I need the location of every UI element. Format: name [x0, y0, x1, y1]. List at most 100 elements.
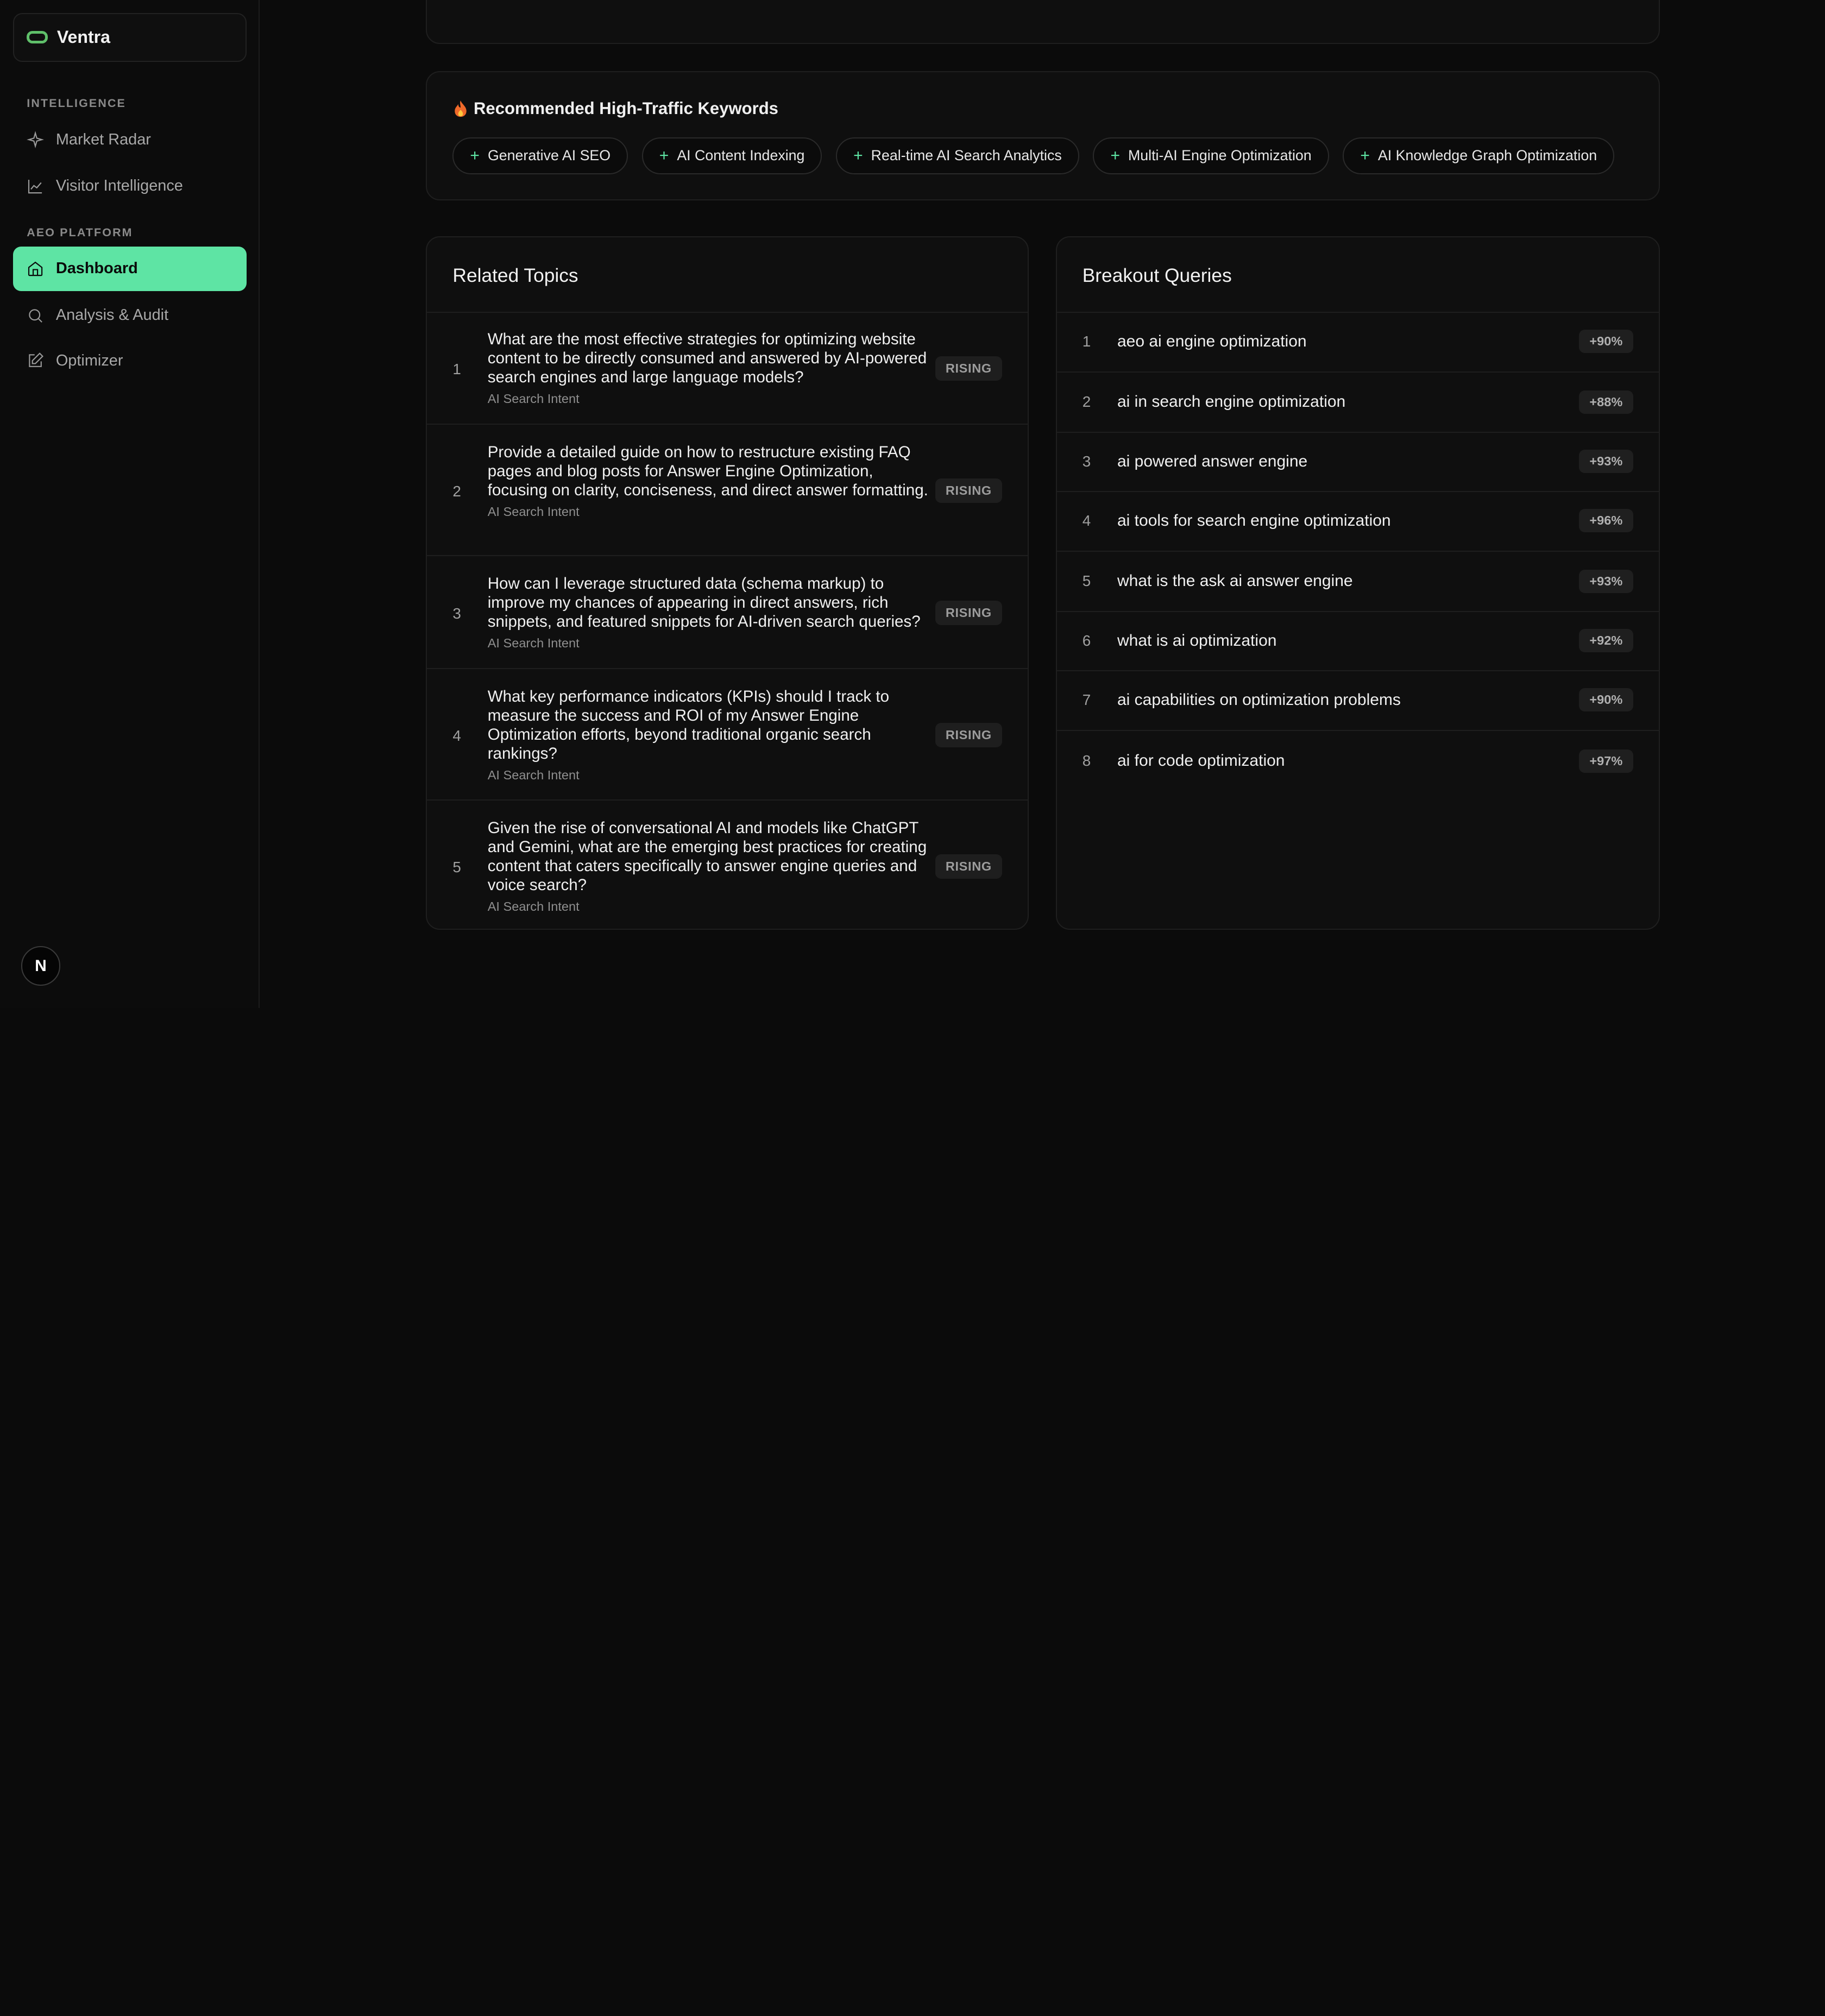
topic-question: How can I leverage structured data (sche…: [487, 575, 921, 631]
topic-intent: AI Search Intent: [487, 636, 580, 651]
app-root: Ventra INTELLIGENCE Market Radar Visitor…: [0, 0, 1825, 1008]
query-row[interactable]: 7 ai capabilities on optimization proble…: [1056, 670, 1659, 731]
topic-question-block: What key performance indicators (KPIs) s…: [488, 688, 937, 785]
rising-badge: RISING: [935, 478, 1003, 503]
plus-icon: +: [659, 146, 669, 165]
topic-question: Given the rise of conversational AI and …: [487, 819, 927, 894]
sidebar-item-optimizer[interactable]: Optimizer: [13, 339, 247, 383]
query-number: 2: [1082, 393, 1091, 411]
query-text: ai capabilities on optimization problems: [1117, 690, 1401, 709]
plus-icon: +: [1360, 146, 1370, 165]
plus-icon: +: [1110, 146, 1120, 165]
query-row[interactable]: 6 what is ai optimization +92%: [1056, 611, 1659, 672]
topic-row[interactable]: 5 Given the rise of conversational AI an…: [427, 801, 1028, 929]
keywords-title-text: Recommended High-Traffic Keywords: [473, 98, 778, 118]
sidebar-item-market-radar[interactable]: Market Radar: [13, 117, 247, 161]
topic-intent: AI Search Intent: [487, 768, 580, 783]
query-text: ai in search engine optimization: [1117, 393, 1346, 411]
home-icon: [28, 261, 43, 276]
sidebar-item-label: Visitor Intelligence: [55, 177, 183, 195]
topic-row[interactable]: 4 What key performance indicators (KPIs)…: [427, 669, 1028, 801]
query-number: 3: [1082, 452, 1091, 470]
query-number: 8: [1082, 752, 1091, 770]
sidebar-item-analysis-audit[interactable]: Analysis & Audit: [13, 293, 247, 337]
keyword-chip[interactable]: + AI Knowledge Graph Optimization: [1343, 137, 1615, 175]
query-row[interactable]: 8 ai for code optimization +97%: [1057, 731, 1659, 791]
topic-row[interactable]: 1 What are the most effective strategies…: [427, 312, 1028, 425]
topic-question-block: What are the most effective strategies f…: [488, 330, 937, 408]
keywords-title: Recommended High-Traffic Keywords: [452, 99, 778, 118]
rising-badge: RISING: [935, 854, 1003, 879]
keyword-chip-list: + Generative AI SEO + AI Content Indexing …: [452, 137, 1615, 175]
keyword-chip-label: Real-time AI Search Analytics: [871, 147, 1062, 164]
growth-badge: +97%: [1579, 749, 1633, 773]
ventra-logo-icon: [27, 30, 48, 44]
sidebar-item-label: Market Radar: [55, 130, 151, 148]
topic-question-block: Given the rise of conversational AI and …: [488, 819, 937, 916]
breakout-queries-card: Breakout Queries 1 aeo ai engine optimiz…: [1055, 236, 1660, 930]
query-text: ai for code optimization: [1117, 752, 1285, 770]
query-number: 1: [1082, 332, 1091, 350]
topic-question-block: How can I leverage structured data (sche…: [488, 575, 937, 653]
topic-intent: AI Search Intent: [487, 505, 580, 519]
sidebar-item-visitor-intelligence[interactable]: Visitor Intelligence: [13, 164, 247, 208]
growth-badge: +93%: [1579, 569, 1633, 593]
sidebar-item-label: Optimizer: [55, 351, 123, 369]
query-row[interactable]: 1 aeo ai engine optimization +90%: [1056, 312, 1659, 373]
topic-question: Provide a detailed guide on how to restr…: [487, 443, 928, 500]
query-row[interactable]: 2 ai in search engine optimization +88%: [1056, 373, 1659, 433]
topic-number: 4: [452, 727, 461, 745]
query-row[interactable]: 5 what is the ask ai answer engine +93%: [1056, 552, 1659, 612]
topic-row[interactable]: 3 How can I leverage structured data (sc…: [427, 556, 1028, 669]
query-number: 7: [1082, 691, 1091, 708]
topic-row[interactable]: 2 Provide a detailed guide on how to res…: [427, 425, 1028, 557]
keyword-chip[interactable]: + AI Content Indexing: [641, 137, 822, 175]
growth-badge: +93%: [1579, 450, 1633, 473]
query-number: 5: [1082, 572, 1091, 590]
brand-switcher[interactable]: Ventra: [12, 12, 247, 62]
sparkle-icon: [27, 131, 45, 149]
growth-badge: +88%: [1579, 390, 1633, 414]
keyword-chip[interactable]: + Real-time AI Search Analytics: [836, 137, 1079, 175]
related-topics-card: Related Topics 1 What are the most effec…: [426, 236, 1029, 930]
query-number: 4: [1082, 512, 1091, 529]
keyword-chip-label: AI Content Indexing: [677, 147, 805, 164]
rising-badge: RISING: [935, 722, 1003, 747]
section-label-intelligence: INTELLIGENCE: [27, 96, 126, 110]
keyword-chip-label: AI Knowledge Graph Optimization: [1377, 147, 1597, 164]
sidebar: Ventra INTELLIGENCE Market Radar Visitor…: [0, 0, 260, 1008]
keyword-chip-label: Generative AI SEO: [487, 147, 611, 164]
query-row[interactable]: 3 ai powered answer engine +93%: [1056, 432, 1659, 493]
line-chart-icon: [28, 179, 42, 193]
sidebar-item-label: Dashboard: [55, 260, 138, 278]
breakout-queries-title: Breakout Queries: [1082, 265, 1232, 287]
sidebar-item-label: Analysis & Audit: [55, 306, 169, 324]
top-card-partial: [426, 0, 1660, 45]
query-text: what is the ask ai answer engine: [1117, 572, 1353, 590]
growth-badge: +90%: [1579, 688, 1633, 712]
rising-badge: RISING: [935, 600, 1003, 625]
topic-number: 5: [452, 859, 461, 876]
keyword-chip[interactable]: + Multi-AI Engine Optimization: [1093, 137, 1329, 175]
search-icon: [29, 308, 43, 323]
query-number: 6: [1082, 632, 1091, 649]
edit-icon: [29, 352, 44, 368]
query-text: what is ai optimization: [1117, 631, 1277, 650]
framework-badge[interactable]: N: [21, 946, 61, 986]
query-text: aeo ai engine optimization: [1117, 332, 1307, 350]
growth-badge: +90%: [1579, 330, 1633, 354]
keyword-chip[interactable]: + Generative AI SEO: [452, 137, 628, 175]
brand-name: Ventra: [56, 27, 111, 47]
growth-badge: +92%: [1579, 629, 1633, 652]
sidebar-item-dashboard[interactable]: Dashboard: [12, 247, 247, 291]
query-text: ai tools for search engine optimization: [1117, 511, 1391, 530]
query-text: ai powered answer engine: [1117, 452, 1308, 470]
topic-intent: AI Search Intent: [487, 899, 580, 914]
topic-intent: AI Search Intent: [487, 392, 580, 406]
query-row[interactable]: 4 ai tools for search engine optimizatio…: [1056, 491, 1659, 552]
plus-icon: +: [853, 146, 863, 165]
keyword-chip-label: Multi-AI Engine Optimization: [1128, 147, 1312, 164]
rising-badge: RISING: [935, 356, 1003, 381]
topic-number: 1: [452, 361, 461, 378]
fire-icon: [455, 100, 467, 117]
